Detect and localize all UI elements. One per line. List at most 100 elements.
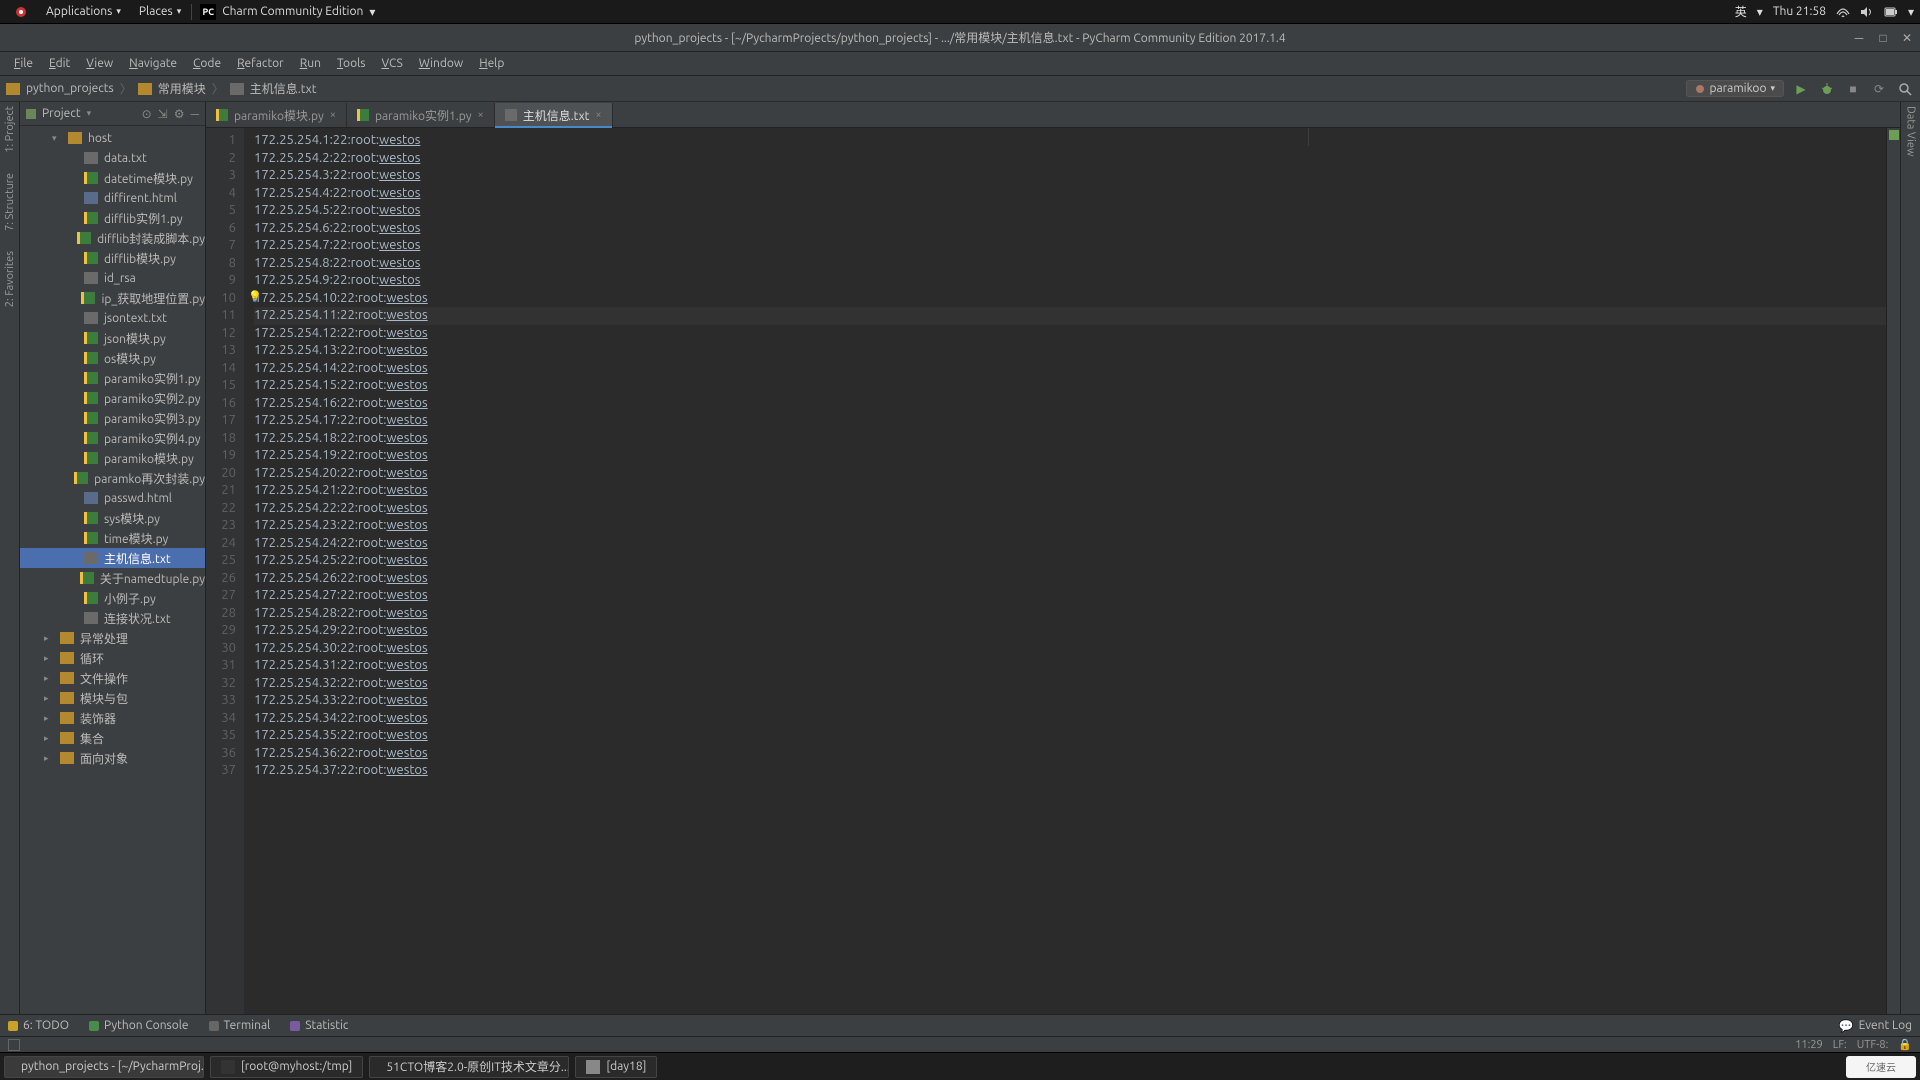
tree-item[interactable]: paramiko实例1.py: [20, 368, 205, 388]
tree-item[interactable]: id_rsa: [20, 268, 205, 288]
close-tab-icon[interactable]: ×: [595, 109, 601, 121]
breadcrumb-segment[interactable]: python_projects: [26, 82, 114, 95]
tree-item[interactable]: 连接状况.txt: [20, 608, 205, 628]
tree-item[interactable]: difflib实例1.py: [20, 208, 205, 228]
bottom-tool-terminal[interactable]: Terminal: [209, 1019, 271, 1032]
bottom-tool-statistic[interactable]: Statistic: [290, 1019, 348, 1032]
bottom-tool----todo[interactable]: 6: TODO: [8, 1019, 69, 1032]
taskbar-item[interactable]: 51CTO博客2.0-原创IT技术文章分...: [369, 1056, 569, 1078]
project-view-label[interactable]: Project: [42, 107, 81, 120]
tree-item[interactable]: ip_获取地理位置.py: [20, 288, 205, 308]
menu-window[interactable]: Window: [411, 57, 471, 70]
menu-places[interactable]: Places▾: [131, 5, 189, 18]
menu-file[interactable]: File: [6, 57, 41, 70]
chevron-icon[interactable]: ▸: [44, 693, 54, 704]
menu-help[interactable]: Help: [471, 57, 512, 70]
line-separator[interactable]: LF:: [1833, 1039, 1847, 1051]
tree-item[interactable]: json模块.py: [20, 328, 205, 348]
tree-item[interactable]: datetime模块.py: [20, 168, 205, 188]
tree-item[interactable]: passwd.html: [20, 488, 205, 508]
taskbar-item[interactable]: [root@myhost:/tmp]: [210, 1056, 363, 1078]
chevron-icon[interactable]: ▸: [44, 753, 54, 764]
breadcrumb-segment[interactable]: 主机信息.txt: [250, 80, 317, 97]
chevron-icon[interactable]: ▸: [44, 673, 54, 684]
window-minimize[interactable]: ─: [1850, 31, 1868, 45]
cursor-position[interactable]: 11:29: [1795, 1039, 1823, 1051]
system-menu[interactable]: ▾: [1908, 5, 1914, 19]
tree-item[interactable]: ▸集合: [20, 728, 205, 748]
tree-item[interactable]: ▸异常处理: [20, 628, 205, 648]
close-tab-icon[interactable]: ×: [330, 109, 336, 121]
chevron-icon[interactable]: ▾: [52, 133, 62, 144]
tree-item[interactable]: 小例子.py: [20, 588, 205, 608]
menu-code[interactable]: Code: [185, 57, 229, 70]
tree-item[interactable]: paramko再次封装.py: [20, 468, 205, 488]
search-everywhere[interactable]: [1896, 80, 1914, 98]
tree-item[interactable]: ▸文件操作: [20, 668, 205, 688]
project-tree[interactable]: ▾hostdata.txtdatetime模块.pydiffirent.html…: [20, 126, 205, 1014]
tree-item[interactable]: sys模块.py: [20, 508, 205, 528]
tree-item[interactable]: ▸模块与包: [20, 688, 205, 708]
error-stripe[interactable]: [1886, 128, 1900, 1014]
close-tab-icon[interactable]: ×: [477, 109, 483, 121]
debug-button[interactable]: [1818, 80, 1836, 98]
tool-window-toggle[interactable]: [8, 1039, 20, 1051]
stop-button[interactable]: ■: [1844, 80, 1862, 98]
tool-tab----project[interactable]: 1: Project: [4, 106, 16, 153]
tree-item[interactable]: data.txt: [20, 148, 205, 168]
tree-item[interactable]: paramiko实例3.py: [20, 408, 205, 428]
tree-item[interactable]: paramiko实例4.py: [20, 428, 205, 448]
tool-tab-data-view[interactable]: Data View: [1905, 106, 1917, 157]
scroll-to-source-icon[interactable]: ⊙: [142, 107, 152, 121]
tree-item[interactable]: jsontext.txt: [20, 308, 205, 328]
input-method[interactable]: 英: [1735, 3, 1747, 20]
tree-item[interactable]: diffirent.html: [20, 188, 205, 208]
chevron-icon[interactable]: ▸: [44, 653, 54, 664]
tree-item[interactable]: paramiko实例2.py: [20, 388, 205, 408]
tree-item[interactable]: ▸面向对象: [20, 748, 205, 768]
tree-item[interactable]: os模块.py: [20, 348, 205, 368]
collapse-all-icon[interactable]: ⇲: [158, 107, 168, 121]
menu-tools[interactable]: Tools: [329, 57, 374, 70]
menu-applications[interactable]: Applications▾: [38, 5, 129, 18]
tree-item[interactable]: difflib模块.py: [20, 248, 205, 268]
tree-item[interactable]: ▸循环: [20, 648, 205, 668]
run-config-selector[interactable]: paramikoo▾: [1686, 80, 1784, 97]
menu-edit[interactable]: Edit: [41, 57, 78, 70]
app-switcher[interactable]: PC Charm Community Edition▾: [191, 4, 383, 20]
network-icon[interactable]: [1836, 6, 1850, 18]
chevron-icon[interactable]: ▸: [44, 713, 54, 724]
tree-item[interactable]: 关于namedtuple.py: [20, 568, 205, 588]
file-encoding[interactable]: UTF-8:: [1857, 1039, 1889, 1051]
settings-icon[interactable]: ⚙: [174, 107, 185, 121]
breadcrumb[interactable]: python_projects〉常用模块〉主机信息.txt: [6, 80, 316, 97]
clock[interactable]: Thu 21:58: [1773, 5, 1826, 18]
editor-tab[interactable]: paramiko实例1.py×: [347, 103, 495, 127]
tool-tab----favorites[interactable]: 2: Favorites: [4, 251, 16, 307]
code-content[interactable]: 172.25.254.1:22:root:westos172.25.254.2:…: [244, 128, 1886, 1014]
tree-item[interactable]: paramiko模块.py: [20, 448, 205, 468]
volume-icon[interactable]: [1860, 6, 1874, 18]
menu-view[interactable]: View: [78, 57, 121, 70]
run-button[interactable]: ▶: [1792, 80, 1810, 98]
window-maximize[interactable]: □: [1874, 31, 1892, 45]
tree-item[interactable]: time模块.py: [20, 528, 205, 548]
update-button[interactable]: ⟳: [1870, 80, 1888, 98]
lightbulb-icon[interactable]: 💡: [248, 290, 262, 303]
menu-refactor[interactable]: Refactor: [229, 57, 292, 70]
line-gutter[interactable]: 1234567891011121314151617181920212223242…: [206, 128, 244, 1014]
window-close[interactable]: ✕: [1898, 31, 1916, 45]
activities-icon[interactable]: [6, 5, 36, 19]
editor-tab[interactable]: paramiko模块.py×: [206, 103, 347, 127]
chevron-icon[interactable]: ▸: [44, 733, 54, 744]
tree-item[interactable]: ▾host: [20, 128, 205, 148]
tool-tab----structure[interactable]: 7: Structure: [4, 173, 16, 231]
breadcrumb-segment[interactable]: 常用模块: [158, 80, 206, 97]
readonly-lock-icon[interactable]: 🔒: [1898, 1038, 1912, 1051]
editor-tab[interactable]: 主机信息.txt×: [495, 103, 613, 127]
menu-run[interactable]: Run: [292, 57, 329, 70]
bottom-tool-python-console[interactable]: Python Console: [89, 1019, 189, 1032]
tree-item[interactable]: 主机信息.txt: [20, 548, 205, 568]
event-log[interactable]: 💬Event Log: [1839, 1019, 1912, 1033]
text-editor[interactable]: 1234567891011121314151617181920212223242…: [206, 128, 1900, 1014]
